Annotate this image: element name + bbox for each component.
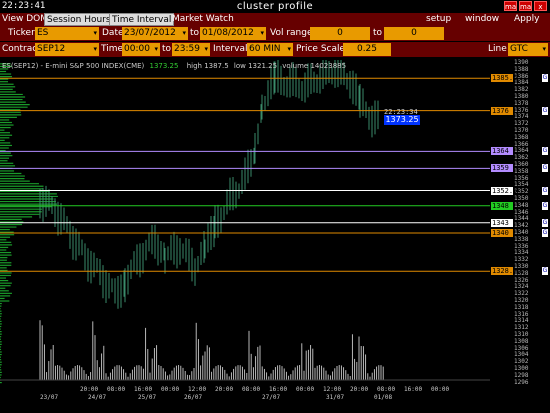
date-axis-label: 25/07 (138, 394, 157, 401)
level-tag[interactable]: 1340 (491, 229, 513, 237)
level-tag[interactable]: 1359 (491, 164, 513, 173)
time-axis-label: 16:00 (404, 386, 423, 393)
time-axis-label: 16:00 (269, 386, 288, 393)
ticker-label: Ticker (8, 28, 35, 38)
date-axis-label: 31/07 (326, 394, 345, 401)
time-to-field[interactable]: 23:59 ▾ (172, 43, 210, 56)
chevron-down-icon: ▾ (287, 45, 291, 53)
tab-view-dom[interactable]: View DOM (0, 13, 50, 26)
time-axis-label: 00:00 (161, 386, 180, 393)
minimize-button[interactable]: ma (504, 1, 517, 11)
date-axis-label: 23/07 (40, 394, 59, 401)
gtc-marker[interactable]: G (542, 218, 548, 227)
setup-menu[interactable]: setup (424, 13, 453, 26)
time-axis-label: 20:00 (215, 386, 234, 393)
gtc-marker[interactable]: G (542, 229, 548, 237)
interval-select[interactable]: 60 MIN ▾ (247, 43, 293, 56)
volume-text: volume 14023885 (282, 62, 347, 70)
date-label: Date (102, 28, 124, 38)
vol-from-field[interactable]: 0 (310, 27, 370, 40)
chevron-down-icon: ▾ (154, 45, 158, 53)
price-chart (0, 60, 490, 384)
tab-time-interval[interactable]: Time Interval (109, 13, 175, 26)
volume-bars (0, 320, 490, 381)
window-title: cluster profile (236, 1, 314, 12)
high-text: high 1387.5 (186, 62, 229, 70)
chevron-down-icon: ▾ (93, 45, 97, 53)
chevron-down-icon: ▾ (204, 45, 208, 53)
time-axis-label: 12:00 (188, 386, 207, 393)
vol-to-field[interactable]: 0 (384, 27, 444, 40)
gtc-marker[interactable]: G (542, 201, 548, 210)
last-price: 1373.25 (149, 62, 179, 70)
line-select[interactable]: GTC ▾ (508, 43, 548, 56)
level-tag[interactable]: 1343 (491, 218, 513, 227)
contract-select[interactable]: SEP12 ▾ (35, 43, 99, 56)
price-scale-label: Price Scale (296, 44, 346, 54)
time-axis-label: 20:00 (350, 386, 369, 393)
line-label: Line (488, 44, 507, 54)
close-button[interactable]: x (534, 1, 547, 11)
control-row-1: Ticker ES ▾ Date 23/07/2012 ▾ to 01/08/201… (0, 26, 550, 41)
time-axis-label: 08:00 (377, 386, 396, 393)
price-axis-label: 1296 (514, 378, 529, 386)
time-axis-label: 12:00 (323, 386, 342, 393)
date-to-field[interactable]: 01/08/2012 ▾ (200, 27, 266, 40)
low-text: low 1321.25 (233, 62, 278, 70)
time-axis-label: 20:00 (80, 386, 99, 393)
ticker-select[interactable]: ES ▾ (35, 27, 99, 40)
date-axis-label: 24/07 (88, 394, 107, 401)
time-axis-label: 08:00 (242, 386, 261, 393)
date-axis-label: 27/07 (262, 394, 281, 401)
gtc-marker[interactable]: G (542, 106, 548, 115)
gtc-marker[interactable]: G (542, 164, 548, 173)
apply-button[interactable]: Apply (512, 13, 541, 26)
control-row-2: Contract SEP12 ▾ Time 00:00 ▾ to 23:59 ▾ In… (0, 42, 550, 57)
time-axis-label: 00:00 (431, 386, 450, 393)
chevron-down-icon: ▾ (93, 29, 97, 37)
title-bar: 22:23:41 cluster profile ma ma x (0, 0, 550, 14)
time-axis-label: 16:00 (134, 386, 153, 393)
level-tag[interactable]: 1352.5 (491, 186, 517, 195)
chart-area[interactable]: ES(SEP12) - E-mini S&P 500 INDEX(CME) 13… (0, 59, 550, 413)
window-menu[interactable]: window (463, 13, 501, 26)
chart-info: ES(SEP12) - E-mini S&P 500 INDEX(CME) 13… (2, 62, 346, 70)
window-controls: ma ma x (504, 1, 547, 11)
date-axis-label: 01/08 (374, 394, 393, 401)
chevron-down-icon: ▾ (182, 29, 186, 37)
to-label: to (162, 44, 172, 54)
chevron-down-icon: ▾ (542, 45, 546, 53)
to-label: to (190, 28, 200, 38)
chevron-down-icon: ▾ (260, 29, 264, 37)
gtc-marker[interactable]: G (542, 74, 548, 83)
maximize-button[interactable]: ma (519, 1, 532, 11)
time-axis-label: 00:00 (296, 386, 315, 393)
level-tag[interactable]: 1385.5 (491, 74, 517, 83)
symbol-text: ES(SEP12) - E-mini S&P 500 INDEX(CME) (2, 62, 145, 70)
gtc-marker[interactable]: G (542, 267, 548, 276)
time-from-field[interactable]: 00:00 ▾ (122, 43, 160, 56)
interval-label: Interval (213, 44, 248, 54)
tab-market-watch[interactable]: Market Watch (170, 13, 236, 26)
level-tag[interactable]: 1328.75 (491, 267, 522, 276)
level-tag[interactable]: 1376 (491, 106, 513, 115)
vol-range-label: Vol range (270, 28, 313, 38)
time-label: Time (101, 44, 124, 54)
level-tag[interactable]: 1364 (491, 147, 513, 156)
date-axis-label: 26/07 (184, 394, 203, 401)
menu-bar: View DOM Session Hours Time Interval Mar… (0, 13, 550, 26)
tab-session-hours[interactable]: Session Hours (44, 13, 114, 26)
time-axis-label: 08:00 (107, 386, 126, 393)
gtc-marker[interactable]: G (542, 186, 548, 195)
price-scale-field[interactable]: 0.25 (343, 43, 391, 56)
gtc-marker[interactable]: G (542, 147, 548, 156)
to-label: to (373, 28, 383, 38)
date-from-field[interactable]: 23/07/2012 ▾ (122, 27, 188, 40)
price-tag: 1373.25 (384, 115, 420, 125)
level-tag[interactable]: 1348 (491, 201, 513, 210)
